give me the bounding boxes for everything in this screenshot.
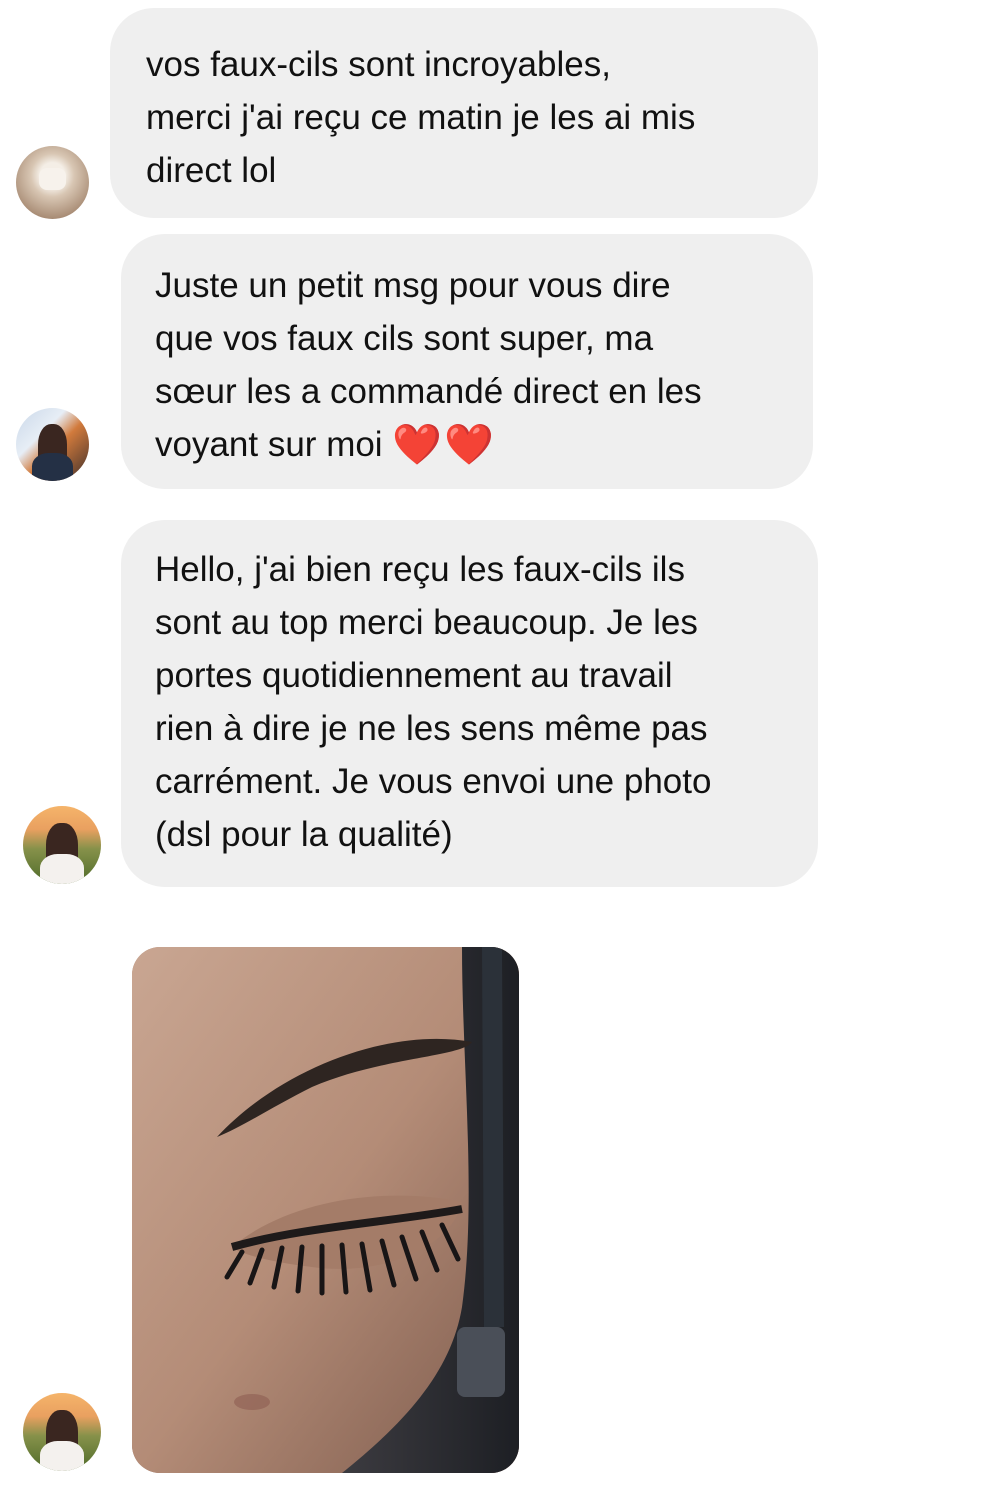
photo-attachment[interactable] <box>132 947 519 1473</box>
message-text-1: vos faux-cils sont incroyables, merci j'… <box>146 45 696 190</box>
message-bubble-2: Juste un petit msg pour vous dire que vo… <box>121 234 813 489</box>
sender-avatar-1[interactable] <box>16 146 89 219</box>
message-text-3: Hello, j'ai bien reçu les faux-cils ils … <box>155 550 712 854</box>
sender-avatar-4[interactable] <box>23 1393 101 1471</box>
sender-avatar-2[interactable] <box>16 408 89 481</box>
sender-avatar-3[interactable] <box>23 806 101 884</box>
message-bubble-3: Hello, j'ai bien reçu les faux-cils ils … <box>121 520 818 887</box>
eyelash-photo-image <box>132 947 519 1473</box>
message-bubble-1: vos faux-cils sont incroyables, merci j'… <box>110 8 818 218</box>
heart-emoji-icon: ❤️❤️ <box>392 423 496 467</box>
